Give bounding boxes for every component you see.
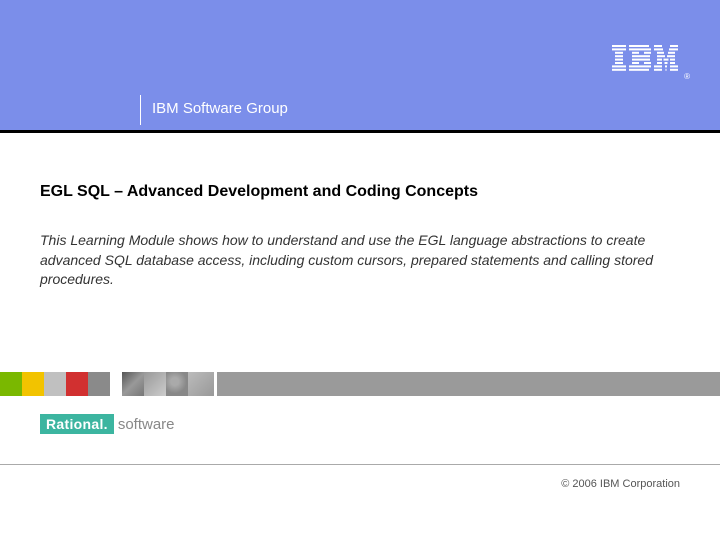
page-description: This Learning Module shows how to unders…: [40, 231, 660, 290]
header-banner: ® IBM Software Group: [0, 0, 720, 130]
footer-divider: [0, 464, 720, 465]
ibm-logo: ®: [612, 45, 680, 76]
page-title: EGL SQL – Advanced Development and Codin…: [40, 183, 680, 201]
decorative-strip: [0, 372, 720, 396]
content-area: EGL SQL – Advanced Development and Codin…: [0, 133, 720, 310]
software-label: software: [118, 416, 175, 433]
rational-label: Rational.: [40, 414, 114, 434]
header-divider: [140, 95, 141, 125]
rational-software-brand: Rational. software: [40, 414, 175, 434]
header-subtitle: IBM Software Group: [152, 100, 288, 117]
copyright-text: © 2006 IBM Corporation: [561, 478, 680, 490]
